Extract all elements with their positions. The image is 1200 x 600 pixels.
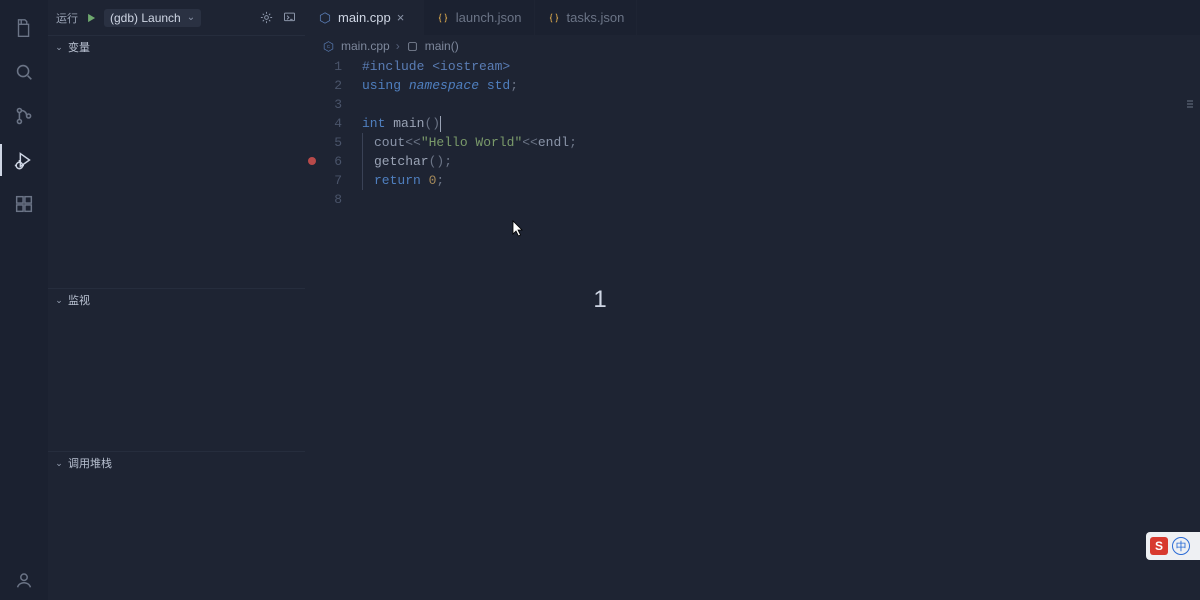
start-debug-button[interactable] [84, 11, 98, 25]
breadcrumb[interactable]: C main.cpp › main() [306, 35, 1200, 57]
section-variables-label: 变量 [68, 39, 90, 55]
line-number[interactable]: 5 [306, 133, 342, 152]
line-number[interactable]: 8 [306, 190, 342, 209]
debug-sidebar: 运行 (gdb) Launch ⌄ ⌄ 变量 [48, 0, 306, 600]
tab-launch-json[interactable]: launch.json [424, 0, 535, 35]
run-debug-icon[interactable] [0, 140, 48, 180]
activity-bar [0, 0, 48, 600]
line-number[interactable]: 2 [306, 76, 342, 95]
ime-badge[interactable]: S 中 [1146, 532, 1200, 560]
chevron-down-icon: ⌄ [187, 12, 195, 23]
tab-tasks-json[interactable]: tasks.json [535, 0, 638, 35]
gear-icon[interactable] [259, 10, 274, 25]
source-control-icon[interactable] [0, 96, 48, 136]
line-number[interactable]: 1 [306, 57, 342, 76]
breadcrumb-symbol: main() [425, 39, 459, 53]
run-label: 运行 [56, 10, 78, 26]
breadcrumb-file: main.cpp [341, 39, 390, 53]
function-icon [406, 40, 419, 53]
section-callstack-label: 调用堆栈 [68, 455, 112, 471]
code-line[interactable]: #include <iostream> [358, 57, 1200, 76]
section-variables[interactable]: ⌄ 变量 [48, 36, 305, 58]
cpp-file-icon [318, 11, 332, 25]
section-callstack[interactable]: ⌄ 调用堆栈 [48, 452, 305, 474]
line-number[interactable]: 4 [306, 114, 342, 133]
tab-label: tasks.json [567, 10, 625, 25]
account-icon[interactable] [0, 560, 48, 600]
code-line[interactable]: using namespace std; [358, 76, 1200, 95]
close-icon[interactable]: × [397, 10, 411, 25]
tab-label: main.cpp [338, 10, 391, 25]
minimap-icon[interactable] [1184, 97, 1196, 109]
chevron-down-icon: ⌄ [54, 42, 64, 53]
json-file-icon [436, 11, 450, 25]
search-icon[interactable] [0, 52, 48, 92]
section-watch[interactable]: ⌄ 监视 [48, 289, 305, 311]
chevron-down-icon: ⌄ [54, 458, 64, 469]
code-line[interactable]: cout<<"Hello World"<<endl; [358, 133, 1200, 152]
code-line[interactable]: return 0; [358, 171, 1200, 190]
debug-config-name: (gdb) Launch [110, 11, 181, 25]
extensions-icon[interactable] [0, 184, 48, 224]
debug-console-icon[interactable] [282, 10, 297, 25]
code-line[interactable] [358, 190, 1200, 209]
chevron-down-icon: ⌄ [54, 295, 64, 306]
debug-config-select[interactable]: (gdb) Launch ⌄ [104, 9, 201, 27]
tab-label: launch.json [456, 10, 522, 25]
line-number[interactable]: 6 [306, 152, 342, 171]
cpp-file-icon: C [322, 40, 335, 53]
code-line[interactable] [358, 95, 1200, 114]
line-number[interactable]: 3 [306, 95, 342, 114]
section-watch-label: 监视 [68, 292, 90, 308]
editor-area: main.cpp × launch.json tasks.json C main.cp… [306, 0, 1200, 600]
tab-main-cpp[interactable]: main.cpp × [306, 0, 424, 35]
svg-text:C: C [327, 44, 330, 49]
ime-badge-c: 中 [1172, 537, 1190, 555]
ime-badge-s: S [1150, 537, 1168, 555]
code-line[interactable]: getchar(); [358, 152, 1200, 171]
breadcrumb-separator: › [396, 39, 400, 53]
code-editor[interactable]: 12345678 #include <iostream>using namesp… [306, 57, 1200, 600]
editor-tabs: main.cpp × launch.json tasks.json [306, 0, 1200, 35]
line-number[interactable]: 7 [306, 171, 342, 190]
json-file-icon [547, 11, 561, 25]
explorer-icon[interactable] [0, 8, 48, 48]
code-line[interactable]: int main() [358, 114, 1200, 133]
